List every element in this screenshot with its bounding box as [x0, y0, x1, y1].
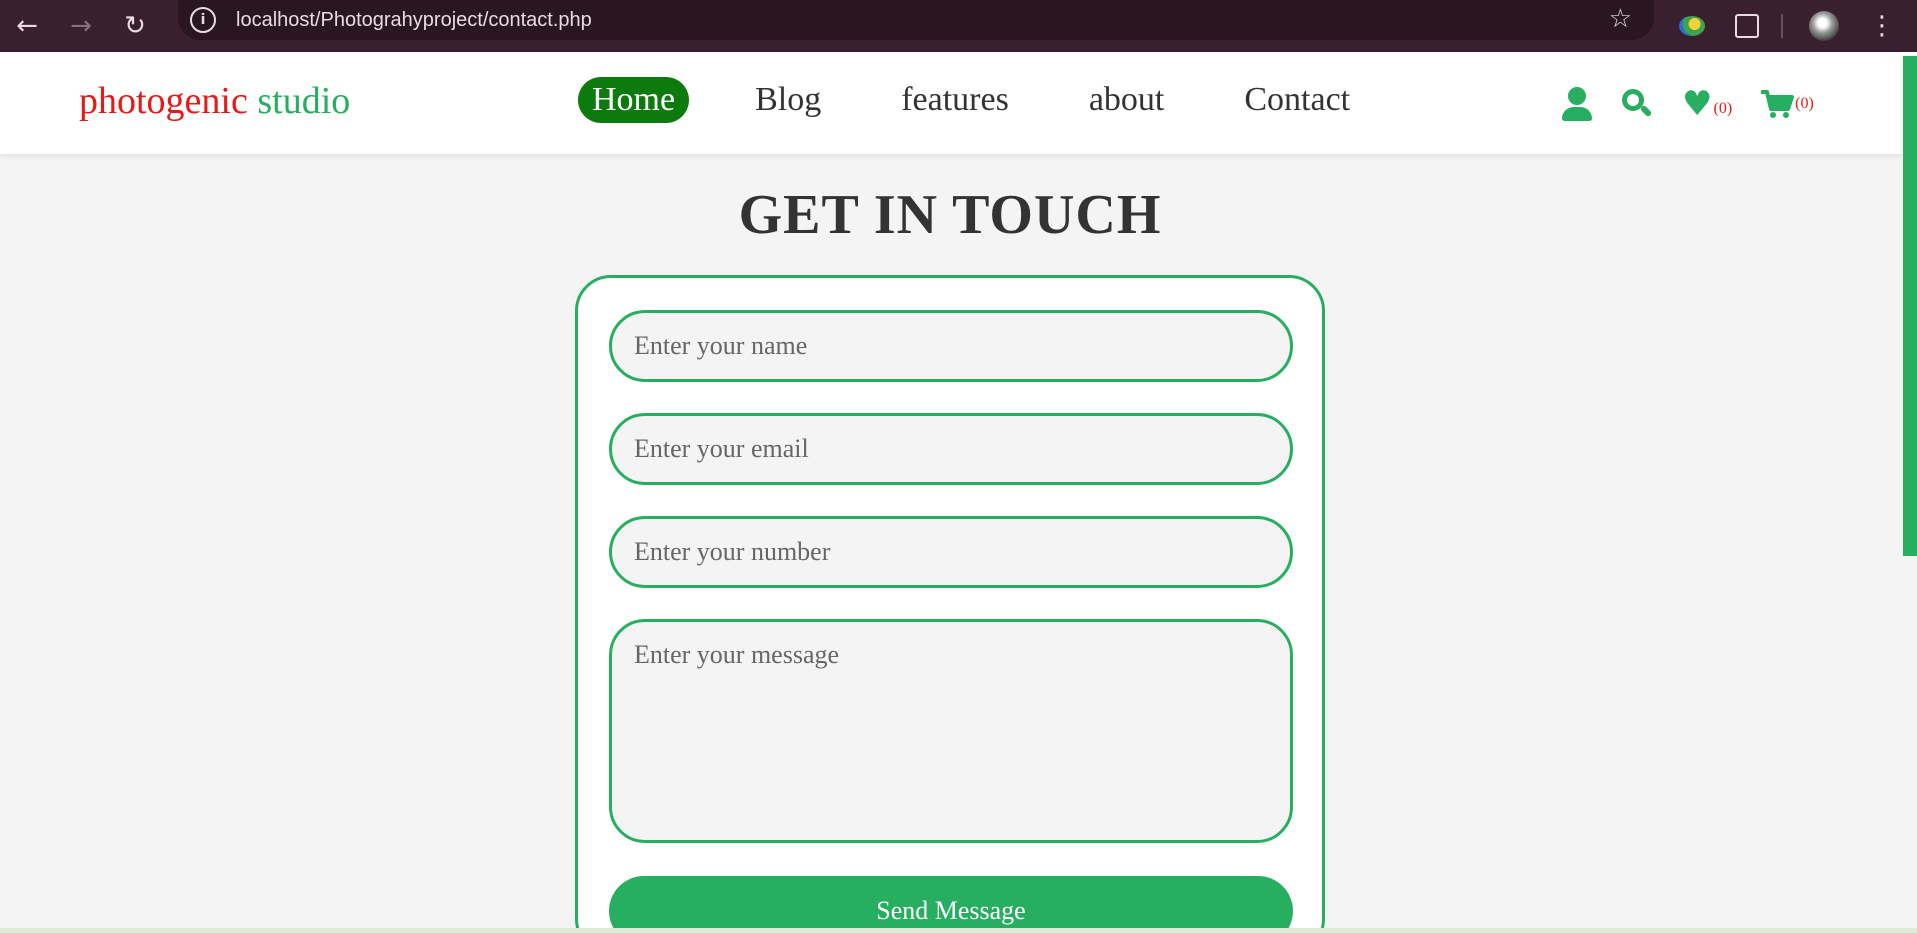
logo-part1: photogenic	[79, 80, 248, 122]
back-arrow-icon[interactable]: ←	[0, 0, 54, 52]
cart-count: (0)	[1795, 95, 1814, 112]
browser-toolbar: ← → ↻ i localhost/Photograhyproject/cont…	[0, 0, 1917, 52]
number-input[interactable]	[609, 516, 1293, 588]
user-icon[interactable]	[1562, 87, 1592, 121]
more-menu-icon[interactable]: ⋮	[1869, 11, 1895, 41]
nav-contact[interactable]: Contact	[1230, 77, 1364, 123]
shopping-cart-icon[interactable]: (0)	[1760, 89, 1814, 119]
send-message-button[interactable]: Send Message	[609, 876, 1293, 933]
extension-icon[interactable]	[1679, 16, 1705, 36]
wishlist-count: (0)	[1713, 100, 1733, 117]
email-input[interactable]	[609, 413, 1293, 485]
profile-avatar[interactable]	[1809, 11, 1839, 41]
contact-form: Send Message	[575, 275, 1325, 933]
forward-arrow-icon[interactable]: →	[54, 0, 108, 52]
reload-icon[interactable]: ↻	[108, 0, 162, 52]
wishlist-heart-icon[interactable]: ♥ (0)	[1682, 84, 1732, 124]
page-title: GET IN TOUCH	[738, 184, 1162, 246]
logo-part2: studio	[257, 80, 351, 122]
search-icon[interactable]	[1622, 89, 1653, 119]
name-input[interactable]	[609, 310, 1293, 382]
scrollbar-thumb[interactable]	[1903, 56, 1917, 556]
nav-about[interactable]: about	[1075, 77, 1179, 123]
extensions-puzzle-icon[interactable]	[1735, 14, 1759, 38]
cart-glyph-icon	[1761, 90, 1795, 118]
url-text[interactable]: localhost/Photograhyproject/contact.php	[236, 9, 592, 32]
nav-features[interactable]: features	[887, 77, 1023, 123]
bottom-edge	[0, 928, 1917, 933]
site-logo[interactable]: photogenic studio	[79, 82, 350, 120]
bookmark-star-icon[interactable]: ☆	[1609, 4, 1632, 34]
message-textarea[interactable]	[609, 619, 1293, 843]
site-info-icon[interactable]: i	[190, 7, 216, 33]
site-header: photogenic studio Home Blog features abo…	[0, 52, 1917, 154]
nav-home[interactable]: Home	[578, 77, 690, 123]
address-bar[interactable]: i localhost/Photograhyproject/contact.ph…	[178, 0, 1654, 40]
main-nav: Home Blog features about Contact	[578, 77, 1416, 123]
toolbar-divider	[1781, 14, 1783, 38]
nav-blog[interactable]: Blog	[741, 77, 835, 123]
